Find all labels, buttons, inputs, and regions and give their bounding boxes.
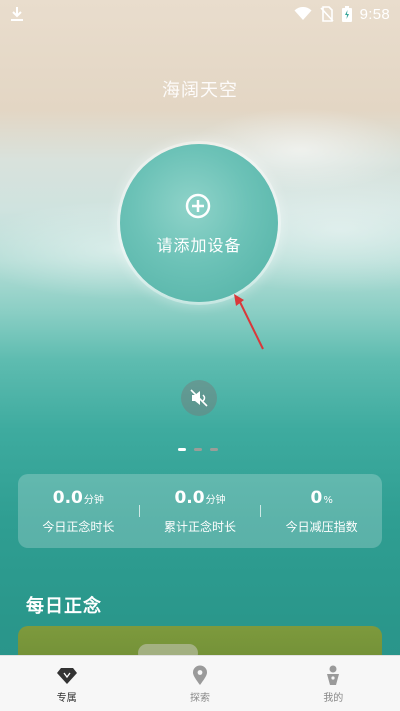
nav-label: 专属	[56, 692, 77, 704]
location-pin-icon	[192, 665, 207, 685]
stat-value: 0.0	[174, 488, 205, 508]
nav-item-mine[interactable]: 我的	[267, 656, 400, 711]
download-icon	[11, 7, 23, 21]
stat-stress-index: 0% 今日减压指数	[261, 487, 382, 535]
page-title: 海阔天空	[162, 80, 238, 101]
stats-card: 0.0分钟 今日正念时长 0.0分钟 累计正念时长 0% 今日减压指数	[18, 474, 382, 548]
add-device-label: 请添加设备	[156, 236, 242, 255]
stat-label: 累计正念时长	[164, 520, 237, 534]
stat-total-duration: 0.0分钟 累计正念时长	[140, 487, 261, 535]
nav-item-exclusive[interactable]: 专属	[0, 656, 133, 711]
annotation-arrow-icon	[234, 294, 264, 350]
nav-label: 探索	[189, 692, 210, 704]
carousel-dot	[194, 448, 202, 451]
speaker-muted-icon	[190, 389, 208, 407]
stat-unit: %	[323, 495, 333, 506]
diamond-icon	[56, 667, 77, 684]
nav-label: 我的	[323, 692, 344, 704]
section-title-daily: 每日正念	[26, 596, 102, 617]
stat-value: 0	[310, 488, 323, 508]
stat-label: 今日减压指数	[285, 520, 358, 534]
bottom-navigation: 专属 探索 我的	[0, 655, 400, 711]
stat-unit: 分钟	[205, 495, 226, 506]
carousel-indicator	[178, 448, 218, 451]
stat-value: 0.0	[52, 488, 83, 508]
stat-today-duration: 0.0分钟 今日正念时长	[18, 487, 139, 535]
carousel-dot	[210, 448, 218, 451]
no-sim-icon	[320, 6, 334, 22]
plus-circle-icon	[185, 193, 211, 219]
add-device-button[interactable]: 请添加设备	[120, 144, 278, 302]
nav-item-explore[interactable]: 探索	[133, 656, 266, 711]
wifi-icon	[294, 7, 312, 20]
status-bar: 9:58	[0, 0, 400, 28]
mute-button[interactable]	[181, 380, 217, 416]
stat-label: 今日正念时长	[42, 520, 115, 534]
status-time: 9:58	[359, 5, 390, 23]
carousel-dot	[178, 448, 186, 451]
battery-icon	[341, 6, 352, 22]
person-icon	[327, 665, 340, 685]
stat-unit: 分钟	[83, 495, 104, 506]
